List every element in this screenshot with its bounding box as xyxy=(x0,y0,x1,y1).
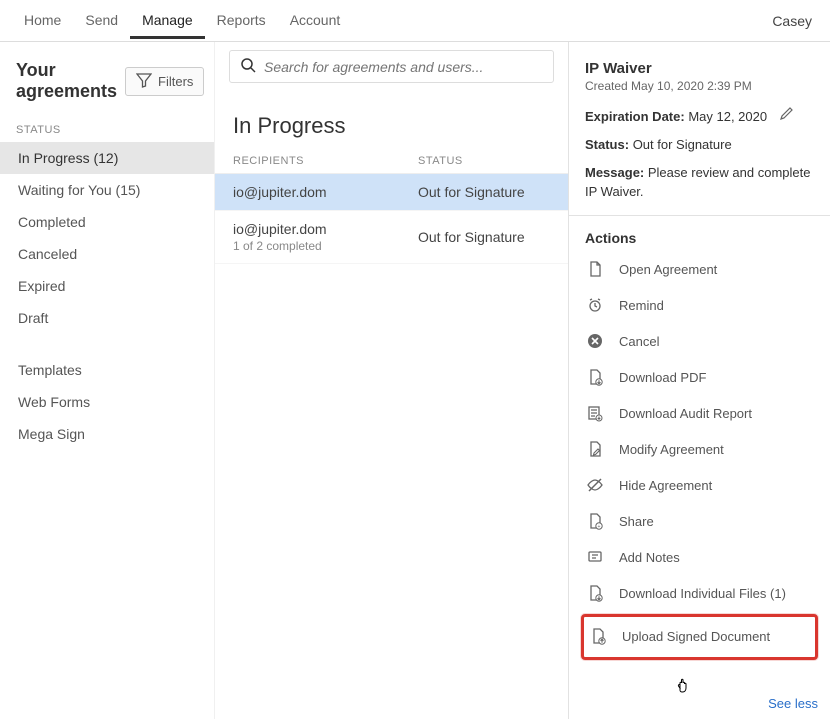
highlighted-action: Upload Signed Document xyxy=(581,614,818,660)
center-panel: In Progress RECIPIENTS STATUS io@jupiter… xyxy=(215,42,568,719)
nav-send[interactable]: Send xyxy=(73,2,130,39)
edit-expiration-icon[interactable] xyxy=(779,105,795,126)
action-label: Upload Signed Document xyxy=(622,629,770,644)
sidebar: Your agreements Filters STATUS In Progre… xyxy=(0,42,215,719)
col-status: STATUS xyxy=(418,155,550,167)
sidebar-status-item[interactable]: Expired xyxy=(0,270,214,302)
modify-icon xyxy=(587,441,605,459)
agreement-title: IP Waiver xyxy=(585,60,814,77)
recipient-text: io@jupiter.dom xyxy=(233,184,418,200)
action-open-agreement[interactable]: Open Agreement xyxy=(585,252,814,288)
sidebar-status-item[interactable]: Waiting for You (15) xyxy=(0,174,214,206)
sidebar-status-item[interactable]: In Progress (12) xyxy=(0,142,214,174)
alarm-icon xyxy=(587,297,605,315)
filters-label: Filters xyxy=(158,74,193,89)
action-label: Download Individual Files (1) xyxy=(619,586,786,601)
sidebar-status-item[interactable]: Draft xyxy=(0,302,214,334)
action-label: Share xyxy=(619,514,654,529)
nav-reports[interactable]: Reports xyxy=(205,2,278,39)
list-header: RECIPIENTS STATUS xyxy=(215,149,568,174)
action-download-pdf[interactable]: Download PDF xyxy=(585,360,814,396)
agreement-row[interactable]: io@jupiter.domOut for Signature xyxy=(215,174,568,211)
status-value: Out for Signature xyxy=(633,137,732,152)
action-download-individual-files-1-[interactable]: Download Individual Files (1) xyxy=(585,576,814,612)
message-label: Message: xyxy=(585,165,644,180)
upload-icon xyxy=(590,628,608,646)
action-label: Modify Agreement xyxy=(619,442,724,457)
user-menu[interactable]: Casey xyxy=(772,13,818,29)
search-box[interactable] xyxy=(229,50,554,83)
status-label: Status: xyxy=(585,137,629,152)
nav-home[interactable]: Home xyxy=(12,2,73,39)
row-status: Out for Signature xyxy=(418,184,550,200)
action-upload-signed-document[interactable]: Upload Signed Document xyxy=(588,619,811,655)
created-text: Created May 10, 2020 2:39 PM xyxy=(585,79,814,93)
sidebar-item[interactable]: Mega Sign xyxy=(0,418,214,450)
recipient-text: io@jupiter.dom xyxy=(233,221,418,237)
document-icon xyxy=(587,261,605,279)
nav-manage[interactable]: Manage xyxy=(130,2,205,39)
sidebar-item[interactable]: Templates xyxy=(0,354,214,386)
details-panel: IP Waiver Created May 10, 2020 2:39 PM E… xyxy=(568,42,830,719)
action-label: Add Notes xyxy=(619,550,680,565)
status-section-label: STATUS xyxy=(0,112,214,142)
notes-icon xyxy=(587,549,605,567)
action-remind[interactable]: Remind xyxy=(585,288,814,324)
sidebar-status-item[interactable]: Completed xyxy=(0,206,214,238)
download-pdf-icon xyxy=(587,369,605,387)
sidebar-title: Your agreements xyxy=(16,60,117,102)
col-recipients: RECIPIENTS xyxy=(233,155,418,167)
hide-icon xyxy=(587,477,605,495)
search-icon xyxy=(240,57,256,76)
sidebar-status-item[interactable]: Canceled xyxy=(0,238,214,270)
action-label: Hide Agreement xyxy=(619,478,712,493)
expiration-value: May 12, 2020 xyxy=(688,109,767,124)
action-cancel[interactable]: Cancel xyxy=(585,324,814,360)
action-label: Open Agreement xyxy=(619,262,717,277)
expiration-label: Expiration Date: xyxy=(585,109,685,124)
actions-title: Actions xyxy=(585,230,814,246)
audit-report-icon xyxy=(587,405,605,423)
recipient-sub: 1 of 2 completed xyxy=(233,239,418,253)
funnel-icon xyxy=(136,72,152,91)
search-input[interactable] xyxy=(264,59,543,75)
filters-button[interactable]: Filters xyxy=(125,67,204,96)
action-download-audit-report[interactable]: Download Audit Report xyxy=(585,396,814,432)
action-label: Cancel xyxy=(619,334,659,349)
nav-account[interactable]: Account xyxy=(278,2,353,39)
action-add-notes[interactable]: Add Notes xyxy=(585,540,814,576)
see-less-link[interactable]: See less xyxy=(768,696,818,711)
center-heading: In Progress xyxy=(215,91,568,149)
share-icon xyxy=(587,513,605,531)
action-label: Download PDF xyxy=(619,370,706,385)
action-hide-agreement[interactable]: Hide Agreement xyxy=(585,468,814,504)
cancel-icon xyxy=(587,333,605,351)
row-status: Out for Signature xyxy=(418,229,550,245)
top-nav: HomeSendManageReportsAccount Casey xyxy=(0,0,830,42)
action-label: Download Audit Report xyxy=(619,406,752,421)
download-files-icon xyxy=(587,585,605,603)
sidebar-item[interactable]: Web Forms xyxy=(0,386,214,418)
action-share[interactable]: Share xyxy=(585,504,814,540)
action-modify-agreement[interactable]: Modify Agreement xyxy=(585,432,814,468)
agreement-row[interactable]: io@jupiter.dom 1 of 2 completedOut for Si… xyxy=(215,211,568,264)
action-label: Remind xyxy=(619,298,664,313)
